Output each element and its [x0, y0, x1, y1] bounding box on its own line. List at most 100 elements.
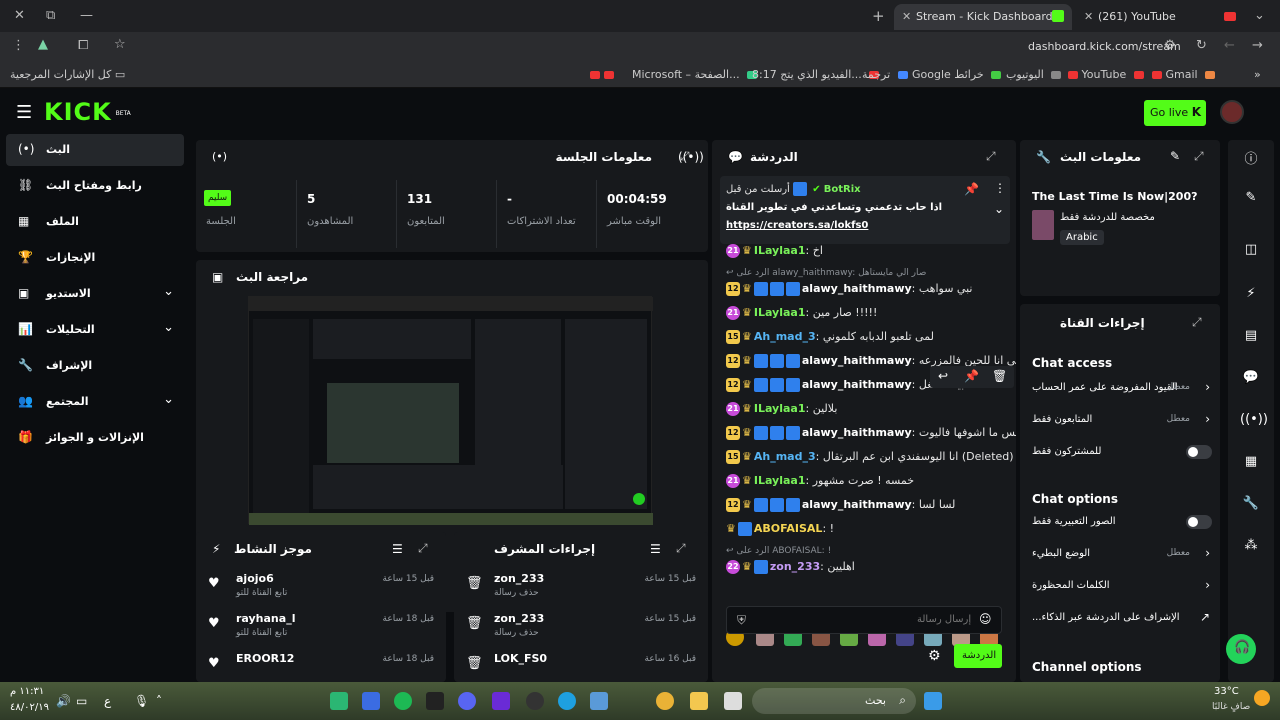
chat-message[interactable]: 21 ♛ ILaylaa1: صار مين !!!!!	[726, 306, 1016, 326]
close-window-icon[interactable]: ✕	[14, 8, 25, 23]
pin-icon[interactable]: 📌	[964, 182, 979, 196]
chat-input[interactable]: ⛨ إرسال رسالة ☺	[726, 606, 1002, 634]
list-item[interactable]: 🗑 LOK_FS0 قبل 16 ساعة	[454, 650, 708, 682]
send-chat-button[interactable]: الدردشة	[954, 644, 1002, 668]
filter-icon[interactable]: ☰	[650, 542, 661, 556]
chat-username[interactable]: ILaylaa1	[754, 402, 806, 415]
restore-window-icon[interactable]: ⧉	[46, 8, 55, 23]
chevron-up-icon[interactable]: ˄	[156, 694, 162, 708]
tab-youtube[interactable]: ✕ (261) YouTube	[1076, 4, 1246, 30]
windows-start-icon[interactable]	[924, 692, 942, 710]
taskbar-app-icon[interactable]	[426, 692, 444, 710]
sidebar-item[interactable]: ⛓ رابط ومفتاح البث	[6, 170, 184, 202]
trash-icon[interactable]: 🗑	[992, 369, 1007, 383]
list-item[interactable]: 🗑 zon_233 حذف رسالة قبل 15 ساعة	[454, 570, 708, 610]
expand-icon[interactable]: ⤢	[418, 541, 428, 556]
chat-username[interactable]: ILaylaa1	[754, 306, 806, 319]
chevron-down-icon[interactable]: ⌄	[994, 202, 1004, 216]
external-link-icon[interactable]: ↗	[1200, 610, 1210, 624]
sidebar-item[interactable]: 🔧 الإشراف	[6, 350, 184, 382]
url-text[interactable]: dashboard.kick.com/stream	[1028, 40, 1181, 53]
taskbar-app-icon[interactable]	[724, 692, 742, 710]
bookmark-microsoft[interactable]: Microsoft – الصفحة...	[632, 68, 758, 81]
chat-username[interactable]: Ah_mad_3	[754, 450, 816, 463]
toggle-switch[interactable]	[1186, 445, 1212, 459]
expand-icon[interactable]: ⤢	[676, 541, 686, 556]
chat-username[interactable]: ABOFAISAL	[754, 522, 823, 535]
bookmark-google-maps[interactable]: Google خرائط	[912, 68, 1002, 81]
screenshot-icon[interactable]: ◫	[1240, 242, 1262, 264]
setting-row[interactable]: القيود المفروضة على عمر الحساب معطل ›	[1032, 376, 1212, 402]
kick-logo[interactable]: KICK BETA	[44, 98, 131, 126]
menu-dots-icon[interactable]: ⋮	[12, 38, 25, 53]
toggle-switch[interactable]	[1186, 515, 1212, 529]
reply-icon[interactable]: ↩	[938, 369, 948, 383]
bookmark-gmail[interactable]: Gmail	[1148, 68, 1216, 81]
chat-username[interactable]: alawy_haithmawy	[802, 498, 912, 511]
setting-row[interactable]: الإشراف على الدردشة عبر الذكاء... ↗	[1032, 606, 1212, 632]
profile-icon[interactable]: ▲	[38, 37, 48, 52]
chevron-right-icon[interactable]: ›	[1205, 380, 1210, 394]
chat-username[interactable]: zon_233	[770, 560, 820, 573]
chat-message[interactable]: 15 ♛ Ah_mad_3: انا اليوسفندي ابن عم البرتق…	[726, 450, 1016, 470]
chat-username[interactable]: alawy_haithmawy	[802, 378, 912, 391]
chat-message[interactable]: 12 ♛ alawy_haithmawy: لسا لسا	[726, 498, 1016, 518]
setting-row[interactable]: المتابعون فقط معطل ›	[1032, 408, 1212, 434]
taskbar-app-icon[interactable]	[492, 692, 510, 710]
chrome-icon[interactable]	[656, 692, 674, 710]
chevron-down-icon[interactable]: ⌄	[163, 392, 174, 407]
document-icon[interactable]: ▤	[1240, 328, 1262, 350]
microphone-icon[interactable]: 🎙	[134, 694, 149, 708]
broadcast-icon[interactable]: ((•))	[1240, 412, 1268, 434]
chat-username[interactable]: ILaylaa1	[754, 244, 806, 257]
sidebar-item[interactable]: 🏆 الإنجازات	[6, 242, 184, 274]
chevron-down-icon[interactable]: ⌄	[163, 320, 174, 335]
info-icon[interactable]: ⓘ	[1240, 148, 1262, 170]
list-item[interactable]: 🗑 zon_233 حذف رسالة قبل 15 ساعة	[454, 610, 708, 650]
sidebar-item[interactable]: ▣ الاستديو ⌄	[6, 278, 184, 310]
chat-message[interactable]: 22 ♛ zon_233: اهليين	[726, 560, 1016, 580]
support-headset-icon[interactable]: 🎧	[1226, 634, 1256, 664]
filter-icon[interactable]: ☰	[392, 542, 403, 556]
sidebar-item[interactable]: (•) البث	[6, 134, 184, 166]
sidebar-item[interactable]: 👥 المجتمع ⌄	[6, 386, 184, 418]
bookmark-youtube-ar[interactable]: اليوتيوب	[1006, 68, 1062, 81]
clock-date[interactable]: ٤٨/٠٢/١٩	[10, 702, 49, 713]
setting-row[interactable]: الصور التعبيرية فقط	[1032, 510, 1212, 536]
chat-username[interactable]: Ah_mad_3	[754, 330, 816, 343]
taskbar-app-icon[interactable]	[526, 692, 544, 710]
emoji-icon[interactable]: ☺	[979, 612, 992, 626]
discord-icon[interactable]	[458, 692, 476, 710]
expand-icon[interactable]: ⤢	[986, 149, 996, 164]
extensions-icon[interactable]: ⧠	[78, 38, 88, 53]
store-icon[interactable]	[590, 692, 608, 710]
edit-icon[interactable]: ✎	[1170, 149, 1180, 163]
minimize-window-icon[interactable]: —	[80, 8, 93, 23]
chat-icon[interactable]: 💬	[1240, 370, 1262, 392]
file-explorer-icon[interactable]	[690, 692, 708, 710]
chat-username[interactable]: alawy_haithmawy	[802, 282, 912, 295]
reload-icon[interactable]: ↻	[1196, 38, 1207, 53]
close-tab-icon[interactable]: ✕	[1084, 10, 1093, 23]
chevron-right-icon[interactable]: ›	[1205, 546, 1210, 560]
more-options-icon[interactable]: ⋮	[994, 181, 1006, 195]
chevron-right-icon[interactable]: ›	[1205, 412, 1210, 426]
taskbar-app-icon[interactable]	[330, 692, 348, 710]
gear-icon[interactable]: ⚙	[928, 648, 941, 664]
go-live-button[interactable]: Go live K	[1144, 100, 1206, 126]
forward-icon[interactable]: ←	[1224, 38, 1235, 53]
back-icon[interactable]: →	[1252, 38, 1263, 53]
expand-icon[interactable]: ⤢	[680, 149, 690, 164]
chevron-down-icon[interactable]: ⌄	[163, 284, 174, 299]
hamburger-menu-icon[interactable]: ☰	[16, 102, 32, 123]
battery-icon[interactable]: ▭	[76, 694, 87, 708]
setting-row[interactable]: الوضع البطيء معطل ›	[1032, 542, 1212, 568]
chevron-down-icon[interactable]: ⌄	[1254, 8, 1265, 23]
list-item[interactable]: ♥ EROOR12 قبل 18 ساعة	[196, 650, 446, 682]
community-icon[interactable]: ⁂	[1240, 538, 1262, 560]
sidebar-item[interactable]: 🎁 الإنزالات و الجوائز	[6, 422, 184, 454]
expand-icon[interactable]: ⤢	[1192, 315, 1202, 330]
bookmark-star-icon[interactable]: ☆	[114, 37, 126, 52]
site-settings-icon[interactable]: ⚙	[1164, 38, 1176, 53]
avatar[interactable]	[1220, 100, 1244, 124]
